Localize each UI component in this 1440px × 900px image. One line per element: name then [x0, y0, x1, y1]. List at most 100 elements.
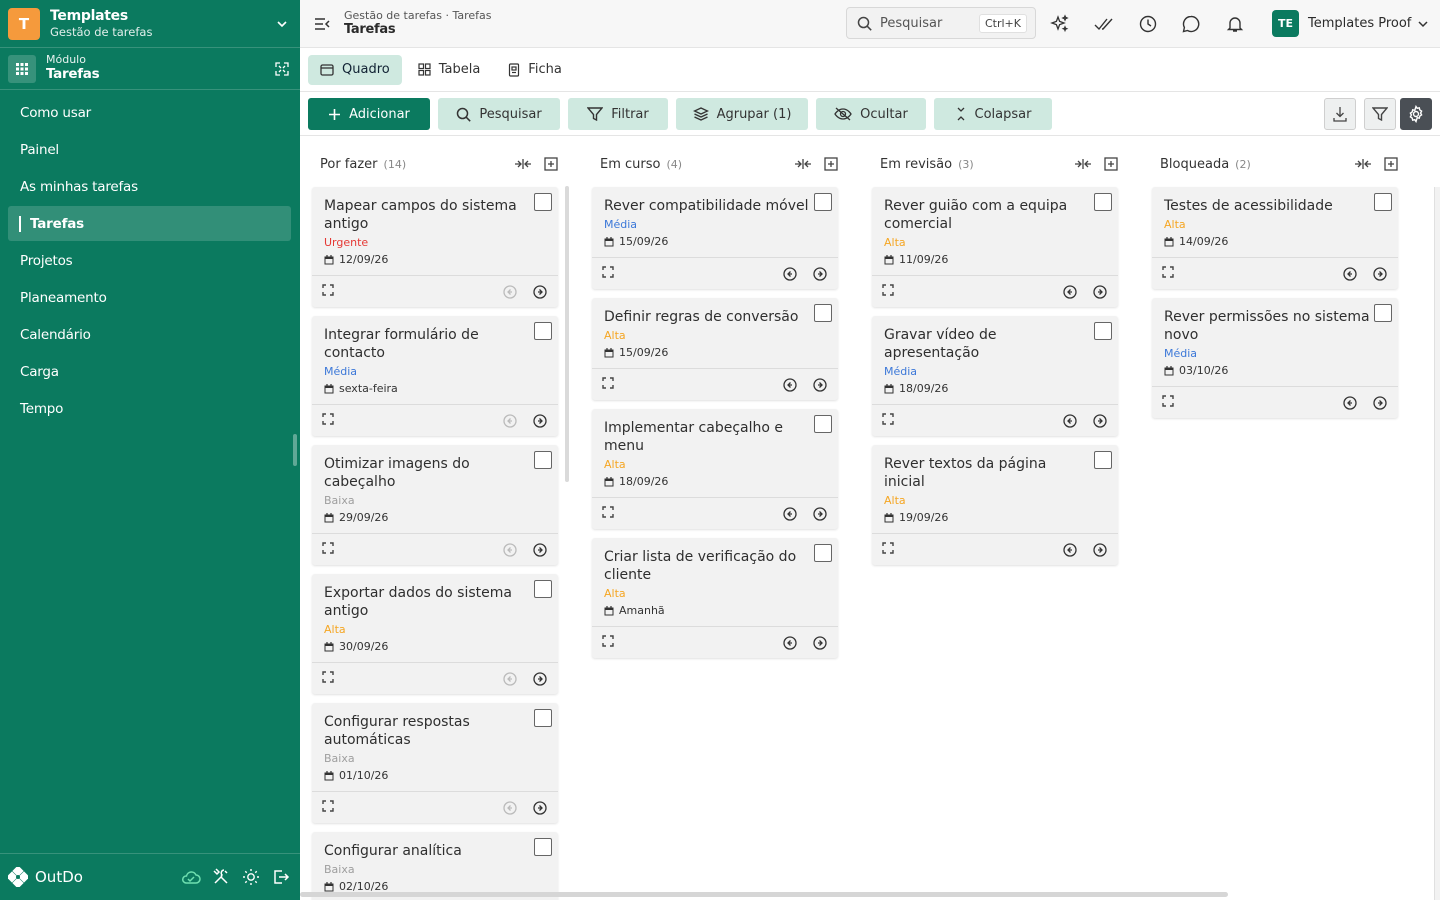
move-left-icon[interactable]: [1342, 266, 1358, 282]
move-left-icon[interactable]: [1342, 395, 1358, 411]
user-menu[interactable]: TE Templates Proof: [1272, 10, 1429, 37]
task-card[interactable]: Exportar dados do sistema antigo Alta 30…: [312, 574, 558, 694]
add-card-icon[interactable]: [822, 155, 840, 173]
move-right-icon[interactable]: [532, 800, 548, 816]
task-card[interactable]: Mapear campos do sistema antigo Urgente …: [312, 187, 558, 307]
task-card[interactable]: Implementar cabeçalho e menu Alta 18/09/…: [592, 409, 838, 529]
task-checkbox[interactable]: [534, 709, 552, 727]
logout-icon[interactable]: [270, 866, 292, 888]
task-checkbox[interactable]: [814, 544, 832, 562]
sun-icon[interactable]: [240, 866, 262, 888]
expand-icon[interactable]: [602, 505, 614, 522]
workspace-switcher[interactable]: T Templates Gestão de tarefas: [0, 0, 300, 48]
task-checkbox[interactable]: [814, 415, 832, 433]
task-checkbox[interactable]: [534, 451, 552, 469]
move-left-icon[interactable]: [502, 542, 518, 558]
sidebar-item-calendario[interactable]: Calendário: [8, 317, 291, 352]
add-card-icon[interactable]: [542, 155, 560, 173]
export-button[interactable]: [1324, 98, 1356, 130]
cloud-sync-icon[interactable]: [180, 866, 202, 888]
sparkles-icon[interactable]: [1049, 13, 1071, 35]
move-right-icon[interactable]: [532, 542, 548, 558]
sidebar-item-tarefas[interactable]: Tarefas: [8, 206, 291, 241]
task-checkbox[interactable]: [1094, 451, 1112, 469]
task-card[interactable]: Rever textos da página inicial Alta 19/0…: [872, 445, 1118, 565]
sidebar-item-tempo[interactable]: Tempo: [8, 391, 291, 426]
move-right-icon[interactable]: [1372, 395, 1388, 411]
sidebar-item-planeamento[interactable]: Planeamento: [8, 280, 291, 315]
move-left-icon[interactable]: [782, 377, 798, 393]
task-card[interactable]: Rever permissões no sistema novo Média 0…: [1152, 298, 1398, 418]
board-horizontal-scrollbar[interactable]: [300, 892, 1228, 897]
add-card-icon[interactable]: [1102, 155, 1120, 173]
bell-icon[interactable]: [1224, 13, 1246, 35]
column-scrollbar[interactable]: [565, 186, 569, 482]
task-checkbox[interactable]: [1094, 193, 1112, 211]
double-check-icon[interactable]: [1093, 13, 1115, 35]
expand-icon[interactable]: [322, 799, 334, 816]
collapse-column-icon[interactable]: [794, 155, 812, 173]
expand-icon[interactable]: [322, 670, 334, 687]
move-left-icon[interactable]: [502, 284, 518, 300]
move-left-icon[interactable]: [1062, 413, 1078, 429]
task-card[interactable]: Definir regras de conversão Alta 15/09/2…: [592, 298, 838, 400]
move-right-icon[interactable]: [812, 377, 828, 393]
task-checkbox[interactable]: [534, 193, 552, 211]
task-card[interactable]: Configurar respostas automáticas Baixa 0…: [312, 703, 558, 823]
expand-icon[interactable]: [272, 59, 292, 79]
move-right-icon[interactable]: [812, 266, 828, 282]
module-selector[interactable]: Módulo Tarefas: [0, 48, 300, 90]
task-card[interactable]: Rever guião com a equipa comercial Alta …: [872, 187, 1118, 307]
move-right-icon[interactable]: [1092, 542, 1108, 558]
filter-button[interactable]: Filtrar: [568, 98, 668, 130]
tools-icon[interactable]: [210, 866, 232, 888]
collapse-column-icon[interactable]: [1354, 155, 1372, 173]
chat-icon[interactable]: [1180, 13, 1202, 35]
expand-icon[interactable]: [322, 412, 334, 429]
expand-icon[interactable]: [1162, 265, 1174, 282]
task-checkbox[interactable]: [814, 304, 832, 322]
collapse-column-icon[interactable]: [514, 155, 532, 173]
settings-button[interactable]: [1400, 98, 1432, 130]
task-card[interactable]: Configurar analítica Baixa 02/10/26: [312, 832, 558, 900]
search-button[interactable]: Pesquisar: [438, 98, 560, 130]
task-checkbox[interactable]: [534, 322, 552, 340]
move-left-icon[interactable]: [1062, 542, 1078, 558]
task-checkbox[interactable]: [814, 193, 832, 211]
move-left-icon[interactable]: [1062, 284, 1078, 300]
expand-icon[interactable]: [602, 376, 614, 393]
expand-icon[interactable]: [882, 283, 894, 300]
task-card[interactable]: Gravar vídeo de apresentação Média 18/09…: [872, 316, 1118, 436]
tab-quadro[interactable]: Quadro: [308, 54, 402, 85]
move-right-icon[interactable]: [1092, 413, 1108, 429]
move-left-icon[interactable]: [502, 671, 518, 687]
sidebar-item-as-minhas-tarefas[interactable]: As minhas tarefas: [8, 169, 291, 204]
expand-icon[interactable]: [602, 634, 614, 651]
task-checkbox[interactable]: [1374, 193, 1392, 211]
global-search[interactable]: Pesquisar Ctrl+K: [846, 7, 1036, 39]
add-card-icon[interactable]: [1382, 155, 1400, 173]
advanced-filter-button[interactable]: [1364, 98, 1396, 130]
menu-toggle-icon[interactable]: [300, 0, 344, 48]
move-left-icon[interactable]: [502, 413, 518, 429]
task-checkbox[interactable]: [534, 838, 552, 856]
expand-icon[interactable]: [1162, 394, 1174, 411]
chevron-down-icon[interactable]: [272, 14, 292, 34]
move-right-icon[interactable]: [532, 413, 548, 429]
task-checkbox[interactable]: [1374, 304, 1392, 322]
move-right-icon[interactable]: [532, 671, 548, 687]
hide-button[interactable]: Ocultar: [816, 98, 926, 130]
move-left-icon[interactable]: [502, 800, 518, 816]
move-left-icon[interactable]: [782, 635, 798, 651]
group-button[interactable]: Agrupar (1): [676, 98, 808, 130]
move-right-icon[interactable]: [1372, 266, 1388, 282]
clock-icon[interactable]: [1137, 13, 1159, 35]
expand-icon[interactable]: [602, 265, 614, 282]
task-checkbox[interactable]: [534, 580, 552, 598]
expand-icon[interactable]: [322, 541, 334, 558]
move-right-icon[interactable]: [1092, 284, 1108, 300]
sidebar-item-projetos[interactable]: Projetos: [8, 243, 291, 278]
tab-tabela[interactable]: Tabela: [406, 55, 493, 85]
add-button[interactable]: Adicionar: [308, 98, 430, 130]
sidebar-item-painel[interactable]: Painel: [8, 132, 291, 167]
